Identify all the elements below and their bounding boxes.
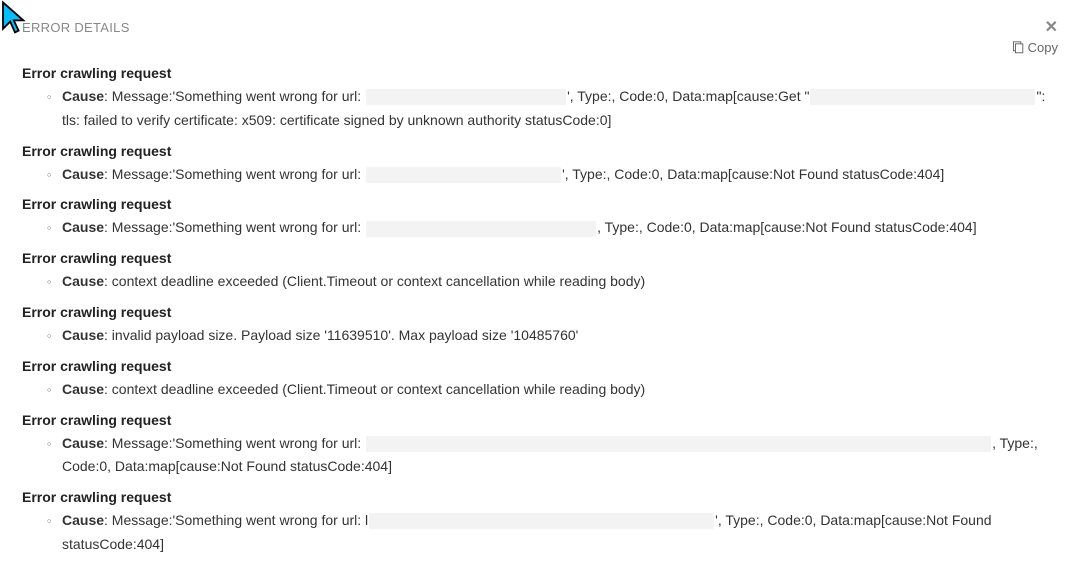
- redacted-block: [366, 167, 561, 183]
- redacted-block: [366, 436, 991, 452]
- error-title: Error crawling request: [22, 304, 1058, 320]
- error-title: Error crawling request: [22, 489, 1058, 505]
- cause-label: Cause: [62, 435, 104, 451]
- redacted-block: [366, 89, 566, 105]
- error-title: Error crawling request: [22, 250, 1058, 266]
- cause-item: Cause: Message:'Something went wrong for…: [62, 216, 1058, 240]
- cause-text: : Message:'Something went wrong for url:: [104, 435, 365, 451]
- cause-text: : Message:'Something went wrong for url:: [104, 166, 365, 182]
- redacted-block: [810, 89, 1035, 105]
- cause-item: Cause: Message:'Something went wrong for…: [62, 432, 1058, 480]
- cause-label: Cause: [62, 273, 104, 289]
- cause-text: : Message:'Something went wrong for url:…: [104, 512, 368, 528]
- cause-label: Cause: [62, 381, 104, 397]
- error-title: Error crawling request: [22, 143, 1058, 159]
- cause-item: Cause: Message:'Something went wrong for…: [62, 85, 1058, 133]
- cause-label: Cause: [62, 88, 104, 104]
- error-item: Error crawling request Cause: Message:'So…: [22, 489, 1058, 557]
- error-title: Error crawling request: [22, 196, 1058, 212]
- cursor-icon: [0, 0, 30, 36]
- error-item: Error crawling request Cause: Message:'So…: [22, 143, 1058, 187]
- redacted-block: [366, 221, 596, 237]
- error-title: Error crawling request: [22, 358, 1058, 374]
- cause-label: Cause: [62, 219, 104, 235]
- cause-item: Cause: Message:'Something went wrong for…: [62, 163, 1058, 187]
- cause-text: : context deadline exceeded (Client.Time…: [104, 273, 645, 289]
- cause-label: Cause: [62, 512, 104, 528]
- panel-title: ERROR DETAILS: [22, 20, 130, 35]
- cause-text: : context deadline exceeded (Client.Time…: [104, 381, 645, 397]
- error-title: Error crawling request: [22, 65, 1058, 81]
- copy-label: Copy: [1028, 40, 1058, 55]
- error-item: Error crawling request Cause: context dea…: [22, 250, 1058, 294]
- redacted-block: [369, 513, 714, 529]
- error-item: Error crawling request Cause: Message:'So…: [22, 196, 1058, 240]
- cause-text: : Message:'Something went wrong for url:: [104, 219, 365, 235]
- cause-text: : Message:'Something went wrong for url:: [104, 88, 365, 104]
- error-item: Error crawling request Cause: invalid pay…: [22, 304, 1058, 348]
- error-item: Error crawling request Cause: Message:'So…: [22, 412, 1058, 480]
- cause-item: Cause: invalid payload size. Payload siz…: [62, 324, 1058, 348]
- cause-text: , Type:, Code:0, Data:map[cause:Not Foun…: [597, 219, 977, 235]
- copy-button[interactable]: Copy: [1011, 40, 1058, 55]
- cause-label: Cause: [62, 166, 104, 182]
- cause-label: Cause: [62, 327, 104, 343]
- error-item: Error crawling request Cause: context dea…: [22, 358, 1058, 402]
- cause-text: : invalid payload size. Payload size '11…: [104, 327, 578, 343]
- error-title: Error crawling request: [22, 412, 1058, 428]
- cause-text: ', Type:, Code:0, Data:map[cause:Not Fou…: [562, 166, 944, 182]
- copy-icon: [1011, 41, 1024, 54]
- cause-item: Cause: context deadline exceeded (Client…: [62, 270, 1058, 294]
- cause-item: Cause: context deadline exceeded (Client…: [62, 378, 1058, 402]
- close-icon[interactable]: ✕: [1045, 20, 1058, 36]
- error-item: Error crawling request Cause: Message:'So…: [22, 65, 1058, 133]
- cause-text: ', Type:, Code:0, Data:map[cause:Get ": [567, 88, 809, 104]
